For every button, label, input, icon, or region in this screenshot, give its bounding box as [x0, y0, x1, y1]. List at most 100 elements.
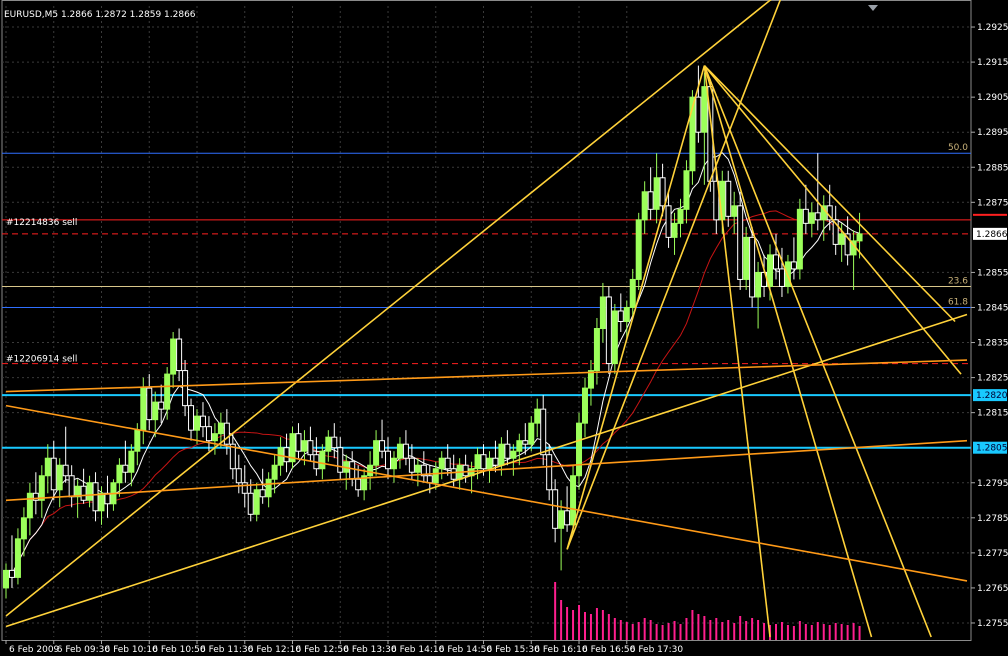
- candle-body: [677, 208, 684, 224]
- price-tick-label: 1.2825: [977, 374, 1008, 384]
- candle-body: [158, 401, 165, 410]
- time-tick-label: 6 Feb 10:50: [152, 645, 206, 655]
- time-tick-label: 6 Feb 09:30: [57, 645, 111, 655]
- candle-body: [426, 475, 433, 484]
- candle-body: [641, 191, 648, 221]
- candle-body: [325, 436, 332, 452]
- candle-body: [253, 489, 260, 515]
- candle-body: [86, 482, 93, 501]
- candle-body: [38, 475, 45, 501]
- candle-body: [373, 440, 380, 466]
- candle-body: [194, 415, 201, 431]
- candle-body: [480, 454, 487, 470]
- candle-body: [390, 457, 397, 470]
- level-price-label: 1.2805: [976, 444, 1008, 454]
- price-tick-label: 1.2905: [977, 93, 1008, 103]
- candle-body: [486, 457, 493, 470]
- candle-body: [581, 387, 588, 424]
- candle-body: [62, 464, 69, 477]
- time-tick-label: 6 Feb 16:50: [582, 645, 636, 655]
- candle-body: [790, 261, 797, 270]
- candle-body: [462, 464, 469, 477]
- candle-body: [331, 436, 338, 449]
- candle-body: [122, 464, 129, 473]
- candle-body: [337, 447, 344, 473]
- candle-body: [856, 233, 863, 242]
- time-tick-label: 6 Feb 13:30: [343, 645, 397, 655]
- candle-body: [92, 482, 99, 512]
- candle-body: [755, 271, 762, 298]
- candle-body: [438, 457, 445, 470]
- candle-body: [98, 492, 105, 512]
- candle-body: [295, 433, 302, 452]
- red-level-marker: [973, 213, 1007, 216]
- candle-body: [349, 461, 356, 480]
- current-price-label: 1.2866: [976, 230, 1008, 240]
- candle-body: [211, 433, 218, 442]
- price-tick-label: 1.2885: [977, 163, 1008, 173]
- candle-body: [778, 268, 785, 287]
- candle-body: [605, 296, 612, 365]
- price-tick-label: 1.2795: [977, 479, 1008, 489]
- candle-body: [659, 177, 666, 207]
- candle-body: [623, 306, 630, 323]
- candle-body: [498, 443, 505, 466]
- candle-body: [450, 468, 457, 480]
- candle-body: [140, 387, 147, 431]
- candle-body: [570, 475, 577, 526]
- fib-label: 50.0: [948, 143, 968, 153]
- candle-body: [814, 212, 821, 221]
- candle-body: [301, 440, 308, 452]
- candle-body: [725, 180, 732, 217]
- candle-body: [492, 457, 499, 466]
- candle-body: [176, 338, 183, 372]
- fib-label: 61.8: [948, 297, 968, 307]
- candle-body: [307, 440, 314, 456]
- candle-body: [235, 468, 242, 484]
- candle-body: [534, 408, 541, 424]
- candle-body: [367, 464, 374, 477]
- candle-body: [164, 373, 171, 410]
- candle-body: [259, 489, 266, 498]
- candle-body: [152, 401, 159, 421]
- candle-body: [522, 440, 529, 445]
- candle-body: [50, 457, 57, 491]
- candle-body: [128, 450, 135, 473]
- time-tick-label: 6 Feb 14:10: [391, 645, 445, 655]
- price-tick-label: 1.2925: [977, 23, 1008, 33]
- candle-body: [3, 569, 9, 589]
- candle-body: [355, 478, 362, 491]
- candle-body: [14, 538, 21, 578]
- candle-body: [731, 205, 738, 217]
- level-price-label: 1.2820: [976, 391, 1008, 401]
- candle-body: [528, 422, 535, 445]
- price-tick-label: 1.2915: [977, 58, 1008, 68]
- candle-body: [432, 468, 439, 484]
- candle-body: [737, 205, 744, 280]
- candle-body: [802, 208, 809, 224]
- price-tick-label: 1.2815: [977, 409, 1008, 419]
- price-chart[interactable]: #12214836 sell #12206914 sell 50.0 23.6 61.8…: [0, 0, 1008, 656]
- candle-body: [564, 510, 571, 526]
- candle-body: [671, 222, 678, 238]
- candle-body: [396, 443, 403, 459]
- price-tick-label: 1.2755: [977, 619, 1008, 629]
- candle-body: [772, 254, 779, 270]
- fib-label: 23.6: [948, 276, 968, 286]
- candle-body: [635, 219, 642, 280]
- candle-body: [593, 328, 600, 372]
- candle-body: [749, 236, 756, 298]
- candle-body: [271, 464, 278, 480]
- candle-body: [199, 415, 206, 428]
- candle-body: [838, 233, 845, 245]
- candle-body: [217, 422, 224, 435]
- price-tick-label: 1.2765: [977, 584, 1008, 594]
- candle-body: [552, 489, 559, 529]
- candle-body: [188, 405, 195, 431]
- time-tick-label: 6 Feb 10:10: [105, 645, 159, 655]
- candle-body: [134, 429, 141, 452]
- time-tick-label: 6 Feb 17:30: [630, 645, 684, 655]
- candle-body: [695, 96, 702, 133]
- candle-body: [647, 191, 654, 210]
- time-tick-label: 6 Feb 15:30: [487, 645, 541, 655]
